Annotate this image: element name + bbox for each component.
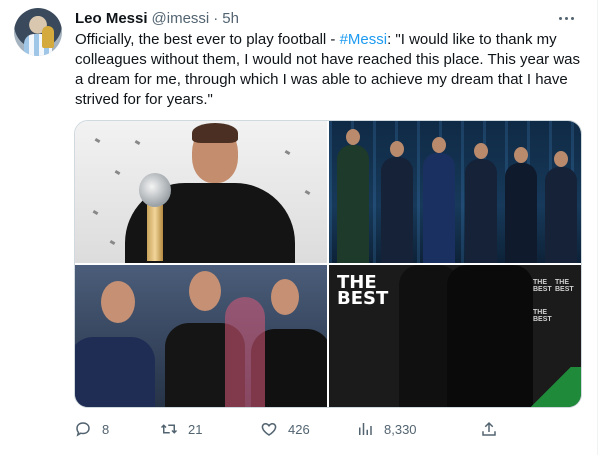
avatar[interactable] — [14, 8, 62, 56]
timestamp[interactable]: 5h — [222, 10, 239, 27]
author-handle[interactable]: @imessi — [152, 10, 210, 27]
logo-line-2: BEST — [337, 288, 389, 309]
hashtag-link[interactable]: #Messi — [340, 31, 388, 48]
retweet-count: 21 — [188, 421, 203, 437]
photo-3[interactable] — [75, 265, 327, 407]
reply-count: 8 — [102, 421, 110, 437]
share-icon — [482, 421, 496, 436]
share-button[interactable] — [480, 420, 498, 438]
tweet[interactable]: Leo Messi @imessi · 5h Officially, the b… — [0, 0, 598, 455]
photo-4[interactable]: THE BEST THE BEST THE BEST THE BEST — [329, 265, 581, 407]
tweet-header: Leo Messi @imessi · 5h — [75, 8, 239, 28]
like-icon — [261, 422, 277, 436]
views-button[interactable]: 8,330 — [356, 420, 480, 438]
author-name[interactable]: Leo Messi — [75, 10, 148, 27]
reply-button[interactable]: 8 — [74, 420, 160, 438]
retweet-button[interactable]: 21 — [160, 420, 260, 438]
media-grid: THE BEST THE BEST THE BEST THE BEST — [74, 120, 582, 408]
action-bar: 8 21 426 8,330 — [74, 418, 514, 440]
like-button[interactable]: 426 — [260, 420, 356, 438]
tweet-text: Officially, the best ever to play footba… — [75, 30, 585, 110]
more-icon[interactable] — [555, 10, 577, 26]
views-icon — [359, 423, 372, 435]
tweet-text-before: Officially, the best ever to play footba… — [75, 31, 340, 48]
retweet-icon — [160, 424, 178, 434]
photo-2[interactable] — [329, 121, 581, 263]
the-best-logo: THE BEST — [337, 274, 389, 309]
reply-icon — [76, 422, 90, 437]
photo-1[interactable] — [75, 121, 327, 263]
like-count: 426 — [288, 421, 310, 437]
avatar-trophy — [42, 26, 54, 48]
separator: · — [213, 9, 219, 27]
views-count: 8,330 — [384, 421, 417, 437]
